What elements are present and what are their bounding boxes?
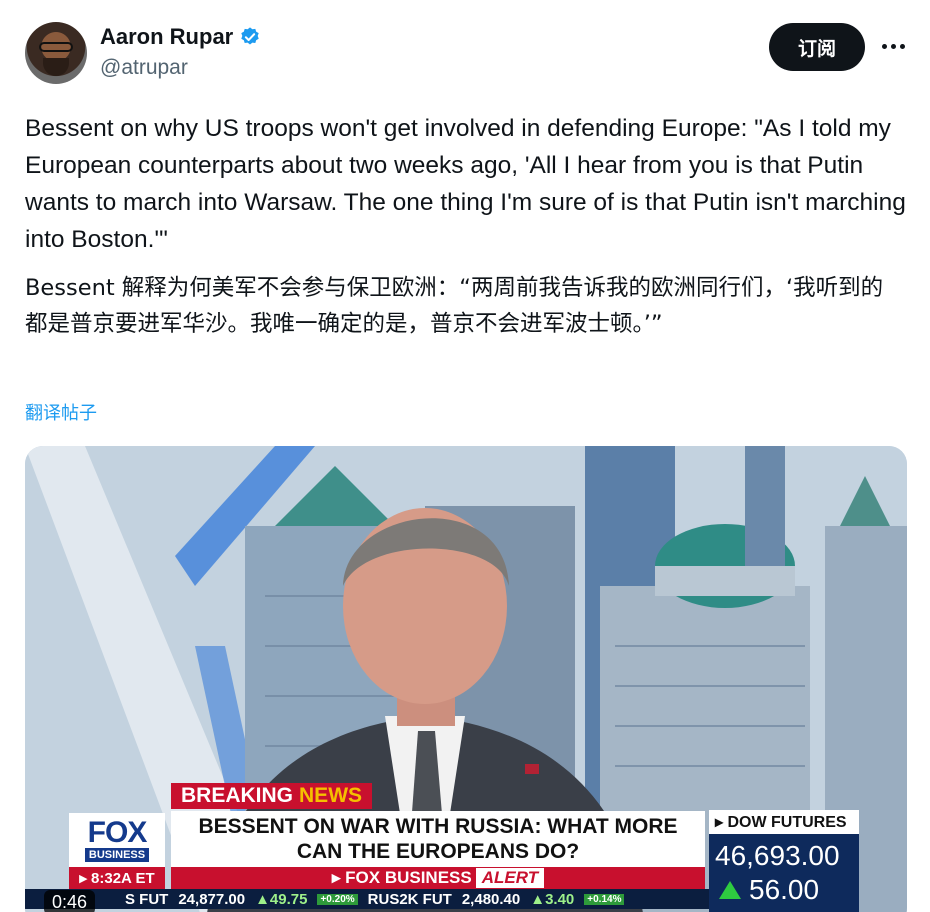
- more-options-icon[interactable]: [878, 34, 908, 58]
- more-dot: [890, 43, 896, 49]
- avatar-glasses: [39, 42, 73, 52]
- tweet-text-chinese: Bessent 解释为何美军不会参与保卫欧洲：“两周前我告诉我的欧洲同行们，‘我…: [25, 275, 884, 337]
- dow-futures-label: ▸ DOW FUTURES: [709, 810, 859, 834]
- news-label: NEWS: [299, 784, 363, 807]
- translate-post-link[interactable]: 翻译帖子: [25, 399, 97, 425]
- avatar-beard: [43, 58, 69, 76]
- ticker-change: ▲3.40: [530, 890, 575, 908]
- breaking-label: BREAKING: [181, 784, 294, 807]
- ticker-name: S FUT: [125, 890, 169, 908]
- alert-prefix: ▸ FOX BUSINESS: [331, 868, 472, 887]
- fox-logo-business: BUSINESS: [84, 848, 150, 862]
- avatar[interactable]: [25, 22, 87, 84]
- more-dot: [881, 43, 887, 49]
- verified-badge-icon: [241, 27, 259, 45]
- news-headline: BESSENT ON WAR WITH RUSSIA: WHAT MORE CA…: [171, 811, 705, 867]
- up-arrow-icon: [719, 881, 741, 899]
- video-duration-badge: 0:46: [44, 890, 96, 912]
- author-display-name[interactable]: Aaron Rupar: [100, 24, 233, 50]
- dow-change-value: 56.00: [749, 874, 820, 905]
- ticker-value: 24,877.00: [178, 890, 246, 908]
- ticker-name: RUS2K FUT: [367, 890, 452, 908]
- more-dot: [899, 43, 905, 49]
- fox-logo-word: FOX: [87, 816, 148, 849]
- market-ticker: S FUT 24,877.00 ▲49.75 +0.20% RUS2K FUT …: [25, 889, 709, 909]
- alert-bar: ▸ FOX BUSINESS ALERT: [171, 867, 705, 889]
- dow-futures-value: 46,693.00: [715, 840, 840, 871]
- alert-word: ALERT: [475, 868, 545, 888]
- tweet-text-english: Bessent on why US troops won't get invol…: [25, 115, 906, 253]
- broadcast-time: ▸ 8:32A ET: [69, 867, 165, 889]
- ticker-pct: +0.20%: [317, 893, 358, 905]
- headline-line-2: CAN THE EUROPEANS DO?: [296, 840, 580, 863]
- breaking-news-banner: BREAKING NEWS: [171, 783, 373, 809]
- video-player[interactable]: BREAKING NEWS FOX BUSINESS ▸ 8:32A ET BE…: [25, 446, 907, 912]
- fox-business-logo: FOX BUSINESS: [69, 813, 165, 867]
- dow-futures-change: 56.00: [719, 874, 819, 906]
- subscribe-button[interactable]: 订阅: [769, 23, 865, 71]
- dow-futures-box: ▸ DOW FUTURES 46,693.00 56.00: [709, 810, 859, 912]
- ticker-change: ▲49.75: [255, 890, 308, 908]
- author-name-row[interactable]: Aaron Rupar: [100, 24, 261, 50]
- author-handle[interactable]: @atrupar: [100, 56, 188, 80]
- news-lower-third: BREAKING NEWS FOX BUSINESS ▸ 8:32A ET BE…: [25, 783, 907, 912]
- headline-line-1: BESSENT ON WAR WITH RUSSIA: WHAT MORE: [198, 815, 678, 838]
- ticker-value: 2,480.40: [461, 890, 521, 908]
- ticker-pct: +0.14%: [584, 893, 625, 905]
